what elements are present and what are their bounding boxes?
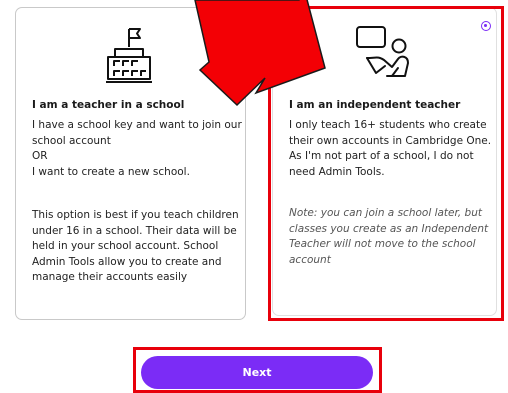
school-option-description: This option is best if you teach childre… [32,209,239,283]
school-option-or-text: OR [32,150,48,162]
school-building-icon [106,28,152,83]
school-option-create-text: I want to create a new school. [32,165,190,178]
highlight-box-independent-option [268,6,504,321]
next-button[interactable]: Next [141,356,373,389]
school-option-title: I am a teacher in a school [32,99,185,111]
school-option-details: I have a school key and want to join our… [32,118,242,180]
teacher-in-school-option-card[interactable]: I am a teacher in a school I have a scho… [15,7,246,320]
school-option-join-text: I have a school key and want to join our… [32,119,242,147]
